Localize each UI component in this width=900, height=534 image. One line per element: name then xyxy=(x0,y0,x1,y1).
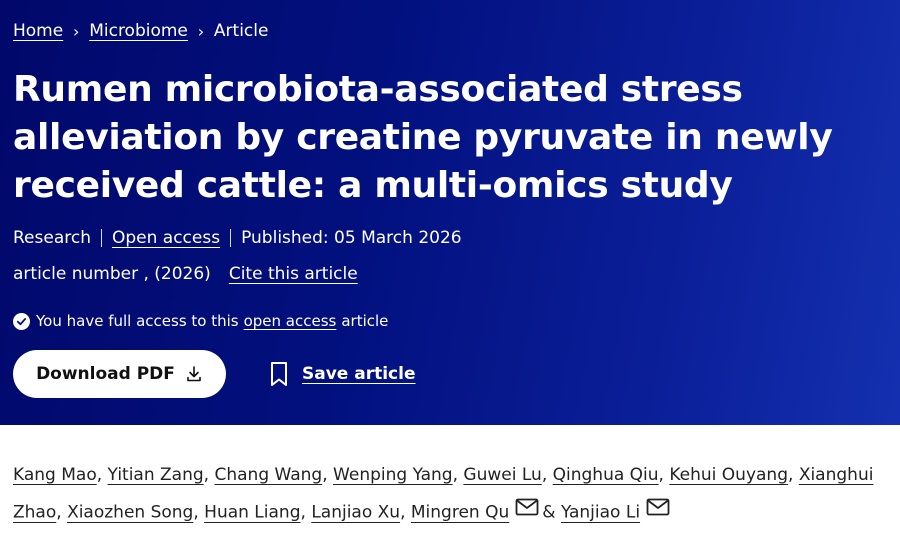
cite-this-article-link[interactable]: Cite this article xyxy=(229,264,358,284)
author-separator: , xyxy=(300,502,306,523)
author-separator: , xyxy=(788,465,794,485)
article-meta: Research Open access Published: 05 March… xyxy=(13,226,462,250)
download-pdf-label: Download PDF xyxy=(36,364,175,384)
author-link[interactable]: Guwei Lu xyxy=(463,465,541,485)
download-icon xyxy=(185,365,203,383)
author-separator: , xyxy=(322,465,328,485)
access-notice-suffix: article xyxy=(341,312,389,330)
author-link[interactable]: Yanjiao Li xyxy=(561,503,640,523)
author-separator: & xyxy=(542,502,556,523)
author-link[interactable]: Yitian Zang xyxy=(108,465,204,485)
meta-divider xyxy=(230,229,232,247)
article-citation-row: article number , (2026) Cite this articl… xyxy=(13,262,358,286)
breadcrumb-separator: › xyxy=(73,21,80,41)
author-separator: , xyxy=(452,465,459,485)
article-number: article number , (2026) xyxy=(13,264,211,284)
breadcrumb-separator: › xyxy=(197,21,205,41)
author-separator: , xyxy=(541,465,548,485)
access-notice-prefix: You have full access to this xyxy=(36,312,239,330)
author-separator: , xyxy=(400,502,406,523)
save-article-label: Save article xyxy=(302,364,416,384)
author-separator: , xyxy=(193,502,199,523)
access-notice-link[interactable]: open access xyxy=(244,312,337,330)
author-separator: , xyxy=(203,465,210,485)
author-link[interactable]: Xiaozhen Song xyxy=(67,503,193,523)
author-link[interactable]: Kehui Ouyang xyxy=(669,465,788,485)
author-link[interactable]: Wenping Yang xyxy=(333,465,453,485)
envelope-icon[interactable] xyxy=(646,493,670,529)
article-title: Rumen microbiota-associated stress allev… xyxy=(13,69,833,206)
author-separator: , xyxy=(96,465,103,485)
meta-divider xyxy=(100,229,102,247)
open-access-link[interactable]: Open access xyxy=(112,228,220,248)
author-list: Kang Mao, Yitian Zang, Chang Wang, Wenpi… xyxy=(13,457,888,532)
download-pdf-button[interactable]: Download PDF xyxy=(13,350,226,398)
save-article-button[interactable]: Save article xyxy=(268,360,416,388)
article-header: Home › Microbiome › Article Rumen microb… xyxy=(0,0,900,425)
envelope-icon[interactable] xyxy=(515,493,539,529)
author-link[interactable]: Mingren Qu xyxy=(411,503,509,523)
author-separator: , xyxy=(56,502,62,523)
author-separator: , xyxy=(658,465,664,485)
check-circle-icon xyxy=(13,312,30,330)
author-link[interactable]: Chang Wang xyxy=(214,465,322,485)
breadcrumb-microbiome[interactable]: Microbiome xyxy=(89,21,188,41)
access-notice: You have full access to this open access… xyxy=(13,310,388,332)
article-type: Research xyxy=(13,228,91,248)
bookmark-icon xyxy=(268,361,290,387)
published-date: Published: 05 March 2026 xyxy=(241,228,462,248)
breadcrumb-current: Article xyxy=(213,21,269,41)
breadcrumb-home[interactable]: Home xyxy=(13,21,63,41)
author-link[interactable]: Kang Mao xyxy=(13,465,97,485)
author-link[interactable]: Huan Liang xyxy=(204,503,300,523)
breadcrumb: Home › Microbiome › Article xyxy=(13,19,268,43)
author-link[interactable]: Qinghua Qiu xyxy=(553,465,659,485)
author-link[interactable]: Lanjiao Xu xyxy=(311,503,400,523)
